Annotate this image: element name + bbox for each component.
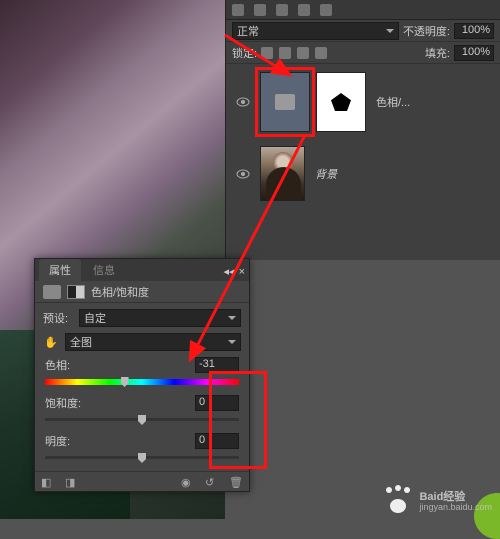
preset-label: 预设: <box>43 310 73 326</box>
lock-all-icon[interactable] <box>315 47 327 59</box>
fill-label: 填充: <box>425 45 450 61</box>
tab-properties[interactable]: 属性 <box>39 259 81 281</box>
layers-panel: 正常 不透明度: 100% 锁定: 填充: 100% 色相/... 背景 <box>225 0 500 260</box>
properties-panel: 属性 信息 ◂◂ × 色相/饱和度 预设: 自定 ✋ 全图 色相: <box>34 258 250 492</box>
lightness-input[interactable]: 0 <box>195 433 239 449</box>
chevron-down-icon <box>228 316 236 320</box>
layer-row-background[interactable]: 背景 <box>232 146 494 201</box>
view-previous-icon[interactable]: ◉ <box>181 476 195 490</box>
hue-sat-icon <box>275 94 295 110</box>
saturation-slider: 饱和度: 0 <box>43 395 241 427</box>
watermark-url: jingyan.baidu.com <box>419 503 492 512</box>
preset-select[interactable]: 自定 <box>79 309 241 327</box>
saturation-label: 饱和度: <box>45 395 81 411</box>
targeted-adjust-icon[interactable]: ✋ <box>43 334 59 350</box>
properties-title: 色相/饱和度 <box>91 284 149 300</box>
saturation-track[interactable] <box>45 413 239 427</box>
layers-kind-filter <box>226 0 500 20</box>
background-thumbnail[interactable] <box>260 146 305 201</box>
tab-info[interactable]: 信息 <box>83 259 125 281</box>
opacity-input[interactable]: 100% <box>454 23 494 39</box>
close-icon[interactable]: × <box>239 266 245 278</box>
filter-shape-icon[interactable] <box>320 4 332 16</box>
reset-icon[interactable]: ↺ <box>205 476 219 490</box>
layer-name[interactable]: 色相/... <box>372 94 414 110</box>
layer-mask-thumbnail[interactable] <box>316 72 366 132</box>
chevron-down-icon <box>386 29 394 33</box>
chevron-down-icon <box>228 340 236 344</box>
visibility-toggle[interactable] <box>232 167 254 181</box>
lock-image-icon[interactable] <box>279 47 291 59</box>
saturation-input[interactable]: 0 <box>195 395 239 411</box>
eyedropper-icon[interactable]: ◧ <box>41 476 55 490</box>
visibility-toggle[interactable] <box>232 95 254 109</box>
lock-label: 锁定: <box>232 45 257 61</box>
hue-slider: 色相: -31 <box>43 357 241 389</box>
properties-footer: ◧ ◨ ◉ ↺ 🗑 <box>35 471 249 493</box>
preset-value: 自定 <box>84 310 106 326</box>
lightness-label: 明度: <box>45 433 70 449</box>
hue-track[interactable] <box>45 375 239 389</box>
color-range-select[interactable]: 全图 <box>65 333 241 351</box>
clip-icon[interactable]: ◨ <box>65 476 79 490</box>
fill-input[interactable]: 100% <box>454 45 494 61</box>
blend-mode-select[interactable]: 正常 <box>232 22 399 40</box>
properties-tabs: 属性 信息 ◂◂ × <box>35 259 249 281</box>
layer-row-adjustment[interactable]: 色相/... <box>232 72 494 132</box>
lock-transparent-icon[interactable] <box>261 47 273 59</box>
blend-mode-value: 正常 <box>237 23 259 39</box>
filter-type-icon[interactable] <box>298 4 310 16</box>
adjustment-thumbnail[interactable] <box>260 72 310 132</box>
hue-label: 色相: <box>45 357 70 373</box>
filter-pixel-icon[interactable] <box>254 4 266 16</box>
color-range-value: 全图 <box>70 334 92 350</box>
lock-position-icon[interactable] <box>297 47 309 59</box>
collapse-icon[interactable]: ◂◂ <box>224 265 235 278</box>
paw-icon <box>383 487 413 513</box>
watermark: Baid经验 jingyan.baidu.com <box>383 487 492 513</box>
watermark-brand: Baid经验 <box>419 488 492 503</box>
mask-type-icon <box>67 285 85 299</box>
filter-kind-icon[interactable] <box>232 4 244 16</box>
filter-adjust-icon[interactable] <box>276 4 288 16</box>
adjustment-type-icon <box>43 285 61 299</box>
lightness-slider: 明度: 0 <box>43 433 241 465</box>
layer-name[interactable]: 背景 <box>311 166 341 182</box>
delete-icon[interactable]: 🗑 <box>229 476 243 490</box>
lightness-track[interactable] <box>45 451 239 465</box>
hue-input[interactable]: -31 <box>195 357 239 373</box>
opacity-label: 不透明度: <box>403 23 450 39</box>
